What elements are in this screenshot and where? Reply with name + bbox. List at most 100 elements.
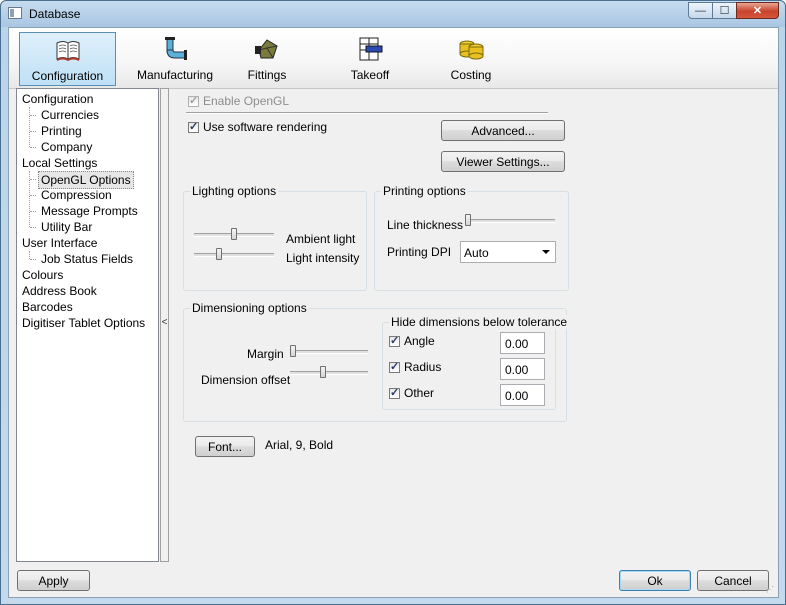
angle-checkbox[interactable]: Angle: [389, 334, 435, 348]
panel-splitter[interactable]: <: [160, 88, 169, 562]
database-window: Database — ☐ ✕ Configuration Manufacturi…: [0, 0, 786, 605]
separator-line: [186, 112, 548, 114]
printing-dpi-label: Printing DPI: [387, 245, 452, 259]
tab-costing-label: Costing: [450, 68, 492, 82]
book-icon: [56, 41, 79, 61]
fitting-icon: [255, 39, 278, 59]
slider-thumb[interactable]: [231, 228, 237, 240]
tree-item-colours[interactable]: Colours: [22, 267, 63, 283]
takeoff-sheet-icon: [359, 37, 383, 61]
margin-label: Margin: [247, 347, 284, 361]
tab-configuration-label: Configuration: [31, 69, 104, 83]
tree-connector: [30, 131, 36, 132]
tree-item-printing[interactable]: Printing: [41, 123, 82, 139]
radius-tolerance-input[interactable]: 0.00: [500, 358, 545, 380]
margin-slider[interactable]: [290, 345, 368, 357]
tree-connector: [30, 179, 36, 180]
printing-dpi-value: Auto: [464, 246, 489, 260]
checkbox-box[interactable]: [389, 334, 400, 347]
tree-item-barcodes[interactable]: Barcodes: [22, 299, 73, 315]
font-button[interactable]: Font...: [195, 436, 255, 457]
title-bar[interactable]: Database — ☐ ✕: [1, 1, 785, 27]
tree-connector: [30, 147, 36, 148]
checkbox-box[interactable]: [389, 386, 400, 399]
light-intensity-slider[interactable]: [194, 248, 274, 260]
tree-item-job-status-fields[interactable]: Job Status Fields: [41, 251, 133, 267]
tree-item-configuration[interactable]: Configuration: [22, 91, 93, 107]
angle-tolerance-input[interactable]: 0.00: [500, 332, 545, 354]
tab-costing[interactable]: Costing: [435, 32, 507, 86]
checkbox-box[interactable]: [389, 360, 400, 373]
tab-takeoff[interactable]: Takeoff: [335, 32, 405, 86]
tab-fittings-label: Fittings: [247, 68, 287, 82]
radius-label: Radius: [404, 360, 442, 374]
tree-item-digitiser-tablet-options[interactable]: Digitiser Tablet Options: [22, 315, 145, 331]
angle-label: Angle: [404, 334, 435, 348]
tree-connector: [30, 115, 36, 116]
dropdown-arrow-icon[interactable]: [542, 250, 550, 254]
viewer-settings-button[interactable]: Viewer Settings...: [441, 151, 565, 172]
use-software-rendering-checkbox[interactable]: Use software rendering: [188, 120, 327, 134]
slider-thumb[interactable]: [465, 214, 471, 226]
hide-dimensions-title: Hide dimensions below tolerance: [389, 315, 570, 329]
slider-thumb[interactable]: [320, 366, 326, 378]
tab-fittings[interactable]: Fittings: [231, 32, 303, 86]
slider-thumb[interactable]: [290, 345, 296, 357]
tab-configuration[interactable]: Configuration: [19, 32, 116, 86]
other-label: Other: [404, 386, 435, 400]
client-area: Configuration Manufacturing Fittings Tak…: [8, 27, 779, 598]
tree-item-local-settings[interactable]: Local Settings: [22, 155, 97, 171]
slider-track: [194, 253, 274, 257]
tree-connector: [30, 195, 36, 196]
lighting-options-group: Lighting options Ambient light Light int…: [183, 184, 367, 291]
tree-item-company[interactable]: Company: [41, 139, 92, 155]
checkbox-box[interactable]: [188, 94, 199, 107]
dimension-offset-label: Dimension offset: [201, 373, 291, 387]
other-tolerance-input[interactable]: 0.00: [500, 384, 545, 406]
other-checkbox[interactable]: Other: [389, 386, 434, 400]
minimize-button[interactable]: —: [688, 2, 713, 19]
tree-item-compression[interactable]: Compression: [41, 187, 112, 203]
hide-dimensions-group: Hide dimensions below tolerance Angle 0.…: [382, 315, 570, 410]
window-app-icon[interactable]: [8, 7, 22, 19]
ok-button[interactable]: Ok: [619, 570, 691, 591]
line-thickness-slider[interactable]: [465, 214, 555, 226]
slider-track: [290, 350, 368, 354]
enable-opengl-label: Enable OpenGL: [203, 94, 290, 108]
advanced-button[interactable]: Advanced...: [441, 120, 565, 141]
tree-connector: [30, 259, 36, 260]
maximize-button[interactable]: ☐: [712, 2, 737, 19]
close-button[interactable]: ✕: [736, 2, 779, 19]
tree-item-currencies[interactable]: Currencies: [41, 107, 99, 123]
slider-thumb[interactable]: [216, 248, 222, 260]
printing-dpi-select[interactable]: Auto: [460, 241, 556, 263]
ambient-light-label: Ambient light: [286, 232, 356, 246]
tree-item-message-prompts[interactable]: Message Prompts: [41, 203, 138, 219]
dimension-offset-slider[interactable]: [290, 366, 368, 378]
slider-track: [290, 371, 368, 375]
resize-grip-icon[interactable]: ⋰: [766, 585, 776, 595]
tree-item-address-book[interactable]: Address Book: [22, 283, 97, 299]
font-value-label: Arial, 9, Bold: [265, 438, 334, 452]
tab-manufacturing[interactable]: Manufacturing: [125, 32, 225, 86]
line-thickness-label: Line thickness: [387, 218, 464, 232]
tree-item-utility-bar[interactable]: Utility Bar: [41, 219, 92, 235]
radius-checkbox[interactable]: Radius: [389, 360, 441, 374]
tree-connector: [30, 211, 36, 212]
tab-takeoff-label: Takeoff: [350, 68, 390, 82]
checkbox-box[interactable]: [188, 120, 199, 133]
light-intensity-label: Light intensity: [286, 251, 360, 265]
enable-opengl-checkbox[interactable]: Enable OpenGL: [188, 94, 289, 108]
settings-tree[interactable]: Configuration Currencies Printing Compan…: [16, 88, 159, 562]
tree-connector: [29, 107, 30, 147]
dimensioning-options-group: Dimensioning options Margin Dimension of…: [183, 301, 570, 422]
collapse-arrow-icon[interactable]: <: [161, 317, 168, 328]
tree-connector: [30, 227, 36, 228]
tab-manufacturing-label: Manufacturing: [136, 68, 214, 82]
window-title: Database: [29, 7, 81, 21]
cancel-button[interactable]: Cancel: [697, 570, 769, 591]
ambient-light-slider[interactable]: [194, 228, 274, 240]
coins-icon: [459, 40, 484, 60]
apply-button[interactable]: Apply: [17, 570, 90, 591]
tree-item-user-interface[interactable]: User Interface: [22, 235, 97, 251]
